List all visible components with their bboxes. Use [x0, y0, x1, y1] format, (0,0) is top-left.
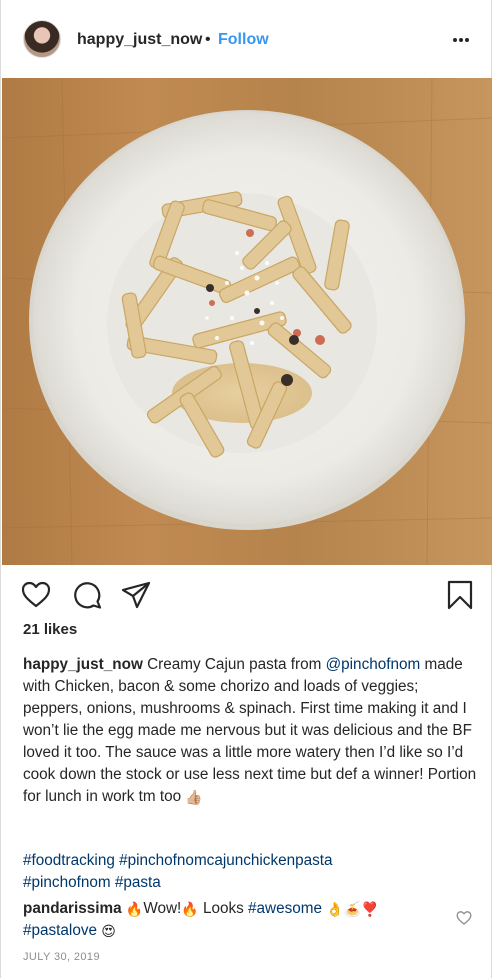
follow-button[interactable]: Follow [218, 31, 269, 49]
post-photo[interactable] [2, 78, 492, 565]
more-options-icon[interactable] [451, 30, 471, 50]
share-icon[interactable] [121, 580, 151, 610]
hashtag-line-2[interactable]: #pinchofnom #pasta [23, 872, 478, 894]
comment-hashtag-pastalove[interactable]: #pastalove [23, 922, 97, 939]
heart-eyes-emoji: 😍 [101, 923, 116, 939]
ok-pasta-heart-emoji: 👌🍝❣️ [326, 901, 379, 917]
separator-dot: • [205, 31, 211, 48]
post-hashtags: #foodtracking #pinchofnomcajunchickenpas… [23, 850, 478, 894]
comment-username[interactable]: pandarissima [23, 900, 122, 917]
avatar[interactable] [23, 20, 61, 58]
comment-text-1: Wow! [143, 900, 182, 917]
comment-icon[interactable] [73, 580, 103, 610]
caption-text-after: made with Chicken, bacon & some chorizo … [23, 656, 477, 805]
post-caption: happy_just_now Creamy Cajun pasta from @… [23, 654, 478, 808]
thumbs-up-emoji: 👍🏼 [185, 789, 203, 805]
pasta-photo-image [2, 78, 492, 565]
caption-username[interactable]: happy_just_now [23, 656, 143, 673]
comment-like-heart-icon[interactable] [456, 910, 472, 926]
caption-mention[interactable]: @pinchofnom [326, 656, 421, 673]
comment: pandarissima 🔥Wow!🔥 Looks #awesome 👌🍝❣️ #… [23, 898, 453, 942]
save-bookmark-icon[interactable] [445, 580, 475, 610]
hashtag-line-1[interactable]: #foodtracking #pinchofnomcajunchickenpas… [23, 850, 478, 872]
comment-hashtag-awesome[interactable]: #awesome [248, 900, 322, 917]
caption-text-before: Creamy Cajun pasta from [147, 656, 326, 673]
post-username[interactable]: happy_just_now [77, 31, 202, 49]
instagram-post: happy_just_now • Follow 21 likes happy_j… [0, 0, 492, 978]
likes-count[interactable]: 21 likes [23, 621, 77, 638]
like-heart-icon[interactable] [21, 580, 51, 610]
post-header: happy_just_now • Follow [1, 0, 491, 78]
post-date[interactable]: JULY 30, 2019 [23, 951, 100, 963]
fire-emoji: 🔥 [125, 901, 144, 917]
comment-text-2: Looks [198, 900, 249, 917]
fire-emoji: 🔥 [181, 901, 199, 917]
